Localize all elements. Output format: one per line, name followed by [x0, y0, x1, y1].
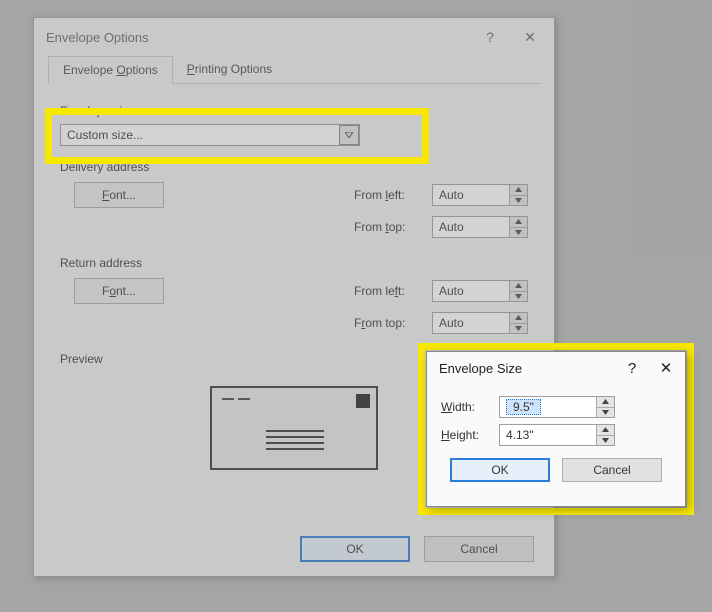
close-button[interactable]: ✕ — [510, 22, 550, 52]
envelope-size-dialog: Envelope Size ? ✕ Width: 9.5" Height: 4.… — [426, 351, 686, 507]
spin-down-icon[interactable] — [510, 292, 527, 302]
spin-up-icon[interactable] — [597, 397, 614, 408]
spin-up-icon[interactable] — [510, 185, 527, 196]
height-input[interactable]: 4.13" — [499, 424, 615, 446]
return-from-top-label: From top: — [354, 316, 426, 330]
spin-up-icon[interactable] — [597, 425, 614, 436]
subdialog-title: Envelope Size — [439, 361, 615, 376]
ok-button[interactable]: OK — [450, 458, 550, 482]
return-from-left-input[interactable]: Auto — [432, 280, 528, 302]
spin-down-icon[interactable] — [510, 196, 527, 206]
subdialog-titlebar: Envelope Size ? ✕ — [427, 352, 685, 384]
spin-down-icon[interactable] — [597, 408, 614, 418]
envelope-size-value: Custom size... — [61, 128, 339, 142]
cancel-button[interactable]: Cancel — [562, 458, 662, 482]
envelope-icon — [210, 386, 378, 470]
spin-down-icon[interactable] — [510, 228, 527, 238]
delivery-from-top-label: From top: — [354, 220, 426, 234]
dialog-titlebar: Envelope Options ? ✕ — [34, 18, 554, 56]
cancel-button[interactable]: Cancel — [424, 536, 534, 562]
help-button[interactable]: ? — [615, 355, 649, 381]
spin-up-icon[interactable] — [510, 313, 527, 324]
stamp-icon — [356, 394, 370, 408]
width-label: Width: — [441, 400, 495, 414]
spin-down-icon[interactable] — [597, 436, 614, 446]
delivery-address-label: Delivery address — [60, 160, 528, 174]
chevron-down-icon[interactable] — [339, 125, 359, 145]
envelope-size-dropdown[interactable]: Custom size... — [60, 124, 360, 146]
spin-up-icon[interactable] — [510, 217, 527, 228]
delivery-from-left-label: From left: — [354, 188, 426, 202]
envelope-size-label: Envelope size: — [60, 104, 528, 118]
dialog-title: Envelope Options — [46, 30, 470, 45]
ok-button[interactable]: OK — [300, 536, 410, 562]
dialog-footer: OK Cancel — [300, 536, 534, 562]
spin-up-icon[interactable] — [510, 281, 527, 292]
return-from-left-label: From left: — [354, 284, 426, 298]
help-button[interactable]: ? — [470, 22, 510, 52]
width-input[interactable]: 9.5" — [499, 396, 615, 418]
close-button[interactable]: ✕ — [649, 355, 683, 381]
delivery-font-button[interactable]: Font... — [74, 182, 164, 208]
delivery-from-top-input[interactable]: Auto — [432, 216, 528, 238]
tab-strip: Envelope Options Printing Options — [48, 56, 540, 84]
tab-printing-options[interactable]: Printing Options — [173, 56, 286, 83]
spin-down-icon[interactable] — [510, 324, 527, 334]
tab-envelope-options[interactable]: Envelope Options — [48, 56, 173, 84]
delivery-from-left-input[interactable]: Auto — [432, 184, 528, 206]
return-address-label: Return address — [60, 256, 528, 270]
return-font-button[interactable]: Font... — [74, 278, 164, 304]
envelope-preview — [184, 378, 404, 478]
return-from-top-input[interactable]: Auto — [432, 312, 528, 334]
height-label: Height: — [441, 428, 495, 442]
